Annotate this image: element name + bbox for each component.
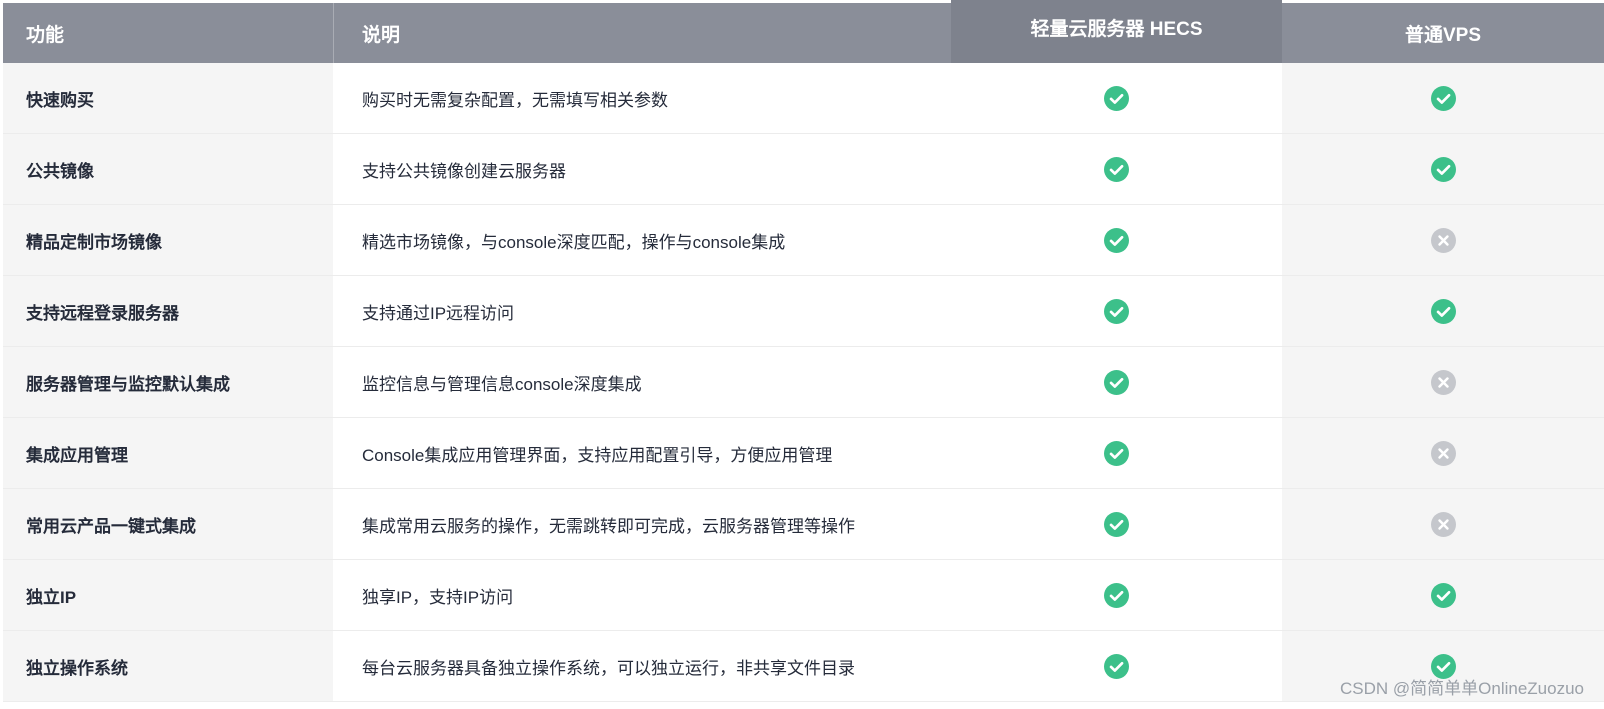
- check-icon: [1104, 653, 1129, 679]
- cross-icon: [1430, 369, 1456, 395]
- table-row: 常用云产品一键式集成 集成常用云服务的操作，无需跳转即可完成，云服务器管理等操作: [3, 489, 1604, 560]
- table-row: 服务器管理与监控默认集成 监控信息与管理信息console深度集成: [3, 347, 1604, 418]
- vps-support-cell: [1282, 276, 1604, 346]
- vps-support-cell: [1282, 347, 1604, 417]
- vps-support-cell: [1282, 489, 1604, 559]
- feature-cell: 常用云产品一键式集成: [3, 489, 334, 559]
- check-icon: [1104, 156, 1129, 182]
- table-row: 快速购买 购买时无需复杂配置，无需填写相关参数: [3, 63, 1604, 134]
- vps-support-cell: [1282, 63, 1604, 133]
- check-icon: [1430, 582, 1456, 608]
- check-icon: [1104, 440, 1129, 466]
- header-vps: 普通VPS: [1282, 3, 1604, 63]
- table-row: 集成应用管理 Console集成应用管理界面，支持应用配置引导，方便应用管理: [3, 418, 1604, 489]
- check-icon: [1430, 85, 1456, 111]
- check-icon: [1104, 298, 1129, 324]
- table-row: 独立IP 独享IP，支持IP访问: [3, 560, 1604, 631]
- cross-icon: [1430, 227, 1456, 253]
- table-row: 精品定制市场镜像 精选市场镜像，与console深度匹配，操作与console集成: [3, 205, 1604, 276]
- feature-cell: 支持远程登录服务器: [3, 276, 334, 346]
- description-cell: 支持公共镜像创建云服务器: [334, 134, 951, 204]
- hecs-support-cell: [951, 560, 1282, 630]
- feature-cell: 精品定制市场镜像: [3, 205, 334, 275]
- cross-icon: [1430, 511, 1456, 537]
- check-icon: [1104, 511, 1129, 537]
- hecs-support-cell: [951, 134, 1282, 204]
- watermark: CSDN @简简单单OnlineZuozuo: [1340, 679, 1584, 698]
- hecs-support-cell: [951, 631, 1282, 701]
- hecs-support-cell: [951, 205, 1282, 275]
- check-icon: [1104, 582, 1129, 608]
- description-cell: 支持通过IP远程访问: [334, 276, 951, 346]
- description-cell: 精选市场镜像，与console深度匹配，操作与console集成: [334, 205, 951, 275]
- header-hecs: 轻量云服务器 HECS: [951, 0, 1282, 63]
- table-row: 支持远程登录服务器 支持通过IP远程访问: [3, 276, 1604, 347]
- comparison-page: 功能 说明 轻量云服务器 HECS 普通VPS 快速购买 购买时无需复杂配置，无需…: [0, 0, 1604, 709]
- header-feature: 功能: [3, 3, 334, 63]
- check-icon: [1104, 369, 1129, 395]
- hecs-support-cell: [951, 347, 1282, 417]
- table-body: 快速购买 购买时无需复杂配置，无需填写相关参数 公共镜像 支持公共镜像创建云服务器 精品…: [3, 63, 1604, 702]
- feature-cell: 独立操作系统: [3, 631, 334, 701]
- description-cell: 每台云服务器具备独立操作系统，可以独立运行，非共享文件目录: [334, 631, 951, 701]
- check-icon: [1430, 298, 1456, 324]
- vps-support-cell: [1282, 560, 1604, 630]
- vps-support-cell: [1282, 134, 1604, 204]
- table-row: 公共镜像 支持公共镜像创建云服务器: [3, 134, 1604, 205]
- hecs-support-cell: [951, 63, 1282, 133]
- feature-cell: 公共镜像: [3, 134, 334, 204]
- description-cell: 监控信息与管理信息console深度集成: [334, 347, 951, 417]
- feature-cell: 独立IP: [3, 560, 334, 630]
- check-icon: [1430, 156, 1456, 182]
- description-cell: 购买时无需复杂配置，无需填写相关参数: [334, 63, 951, 133]
- vps-support-cell: [1282, 205, 1604, 275]
- cross-icon: [1430, 440, 1456, 466]
- table-header: 功能 说明 轻量云服务器 HECS 普通VPS: [3, 0, 1604, 63]
- description-cell: 独享IP，支持IP访问: [334, 560, 951, 630]
- check-icon: [1104, 227, 1129, 253]
- header-description: 说明: [334, 3, 951, 63]
- feature-cell: 服务器管理与监控默认集成: [3, 347, 334, 417]
- description-cell: Console集成应用管理界面，支持应用配置引导，方便应用管理: [334, 418, 951, 488]
- hecs-support-cell: [951, 276, 1282, 346]
- description-cell: 集成常用云服务的操作，无需跳转即可完成，云服务器管理等操作: [334, 489, 951, 559]
- hecs-support-cell: [951, 489, 1282, 559]
- comparison-table: 功能 说明 轻量云服务器 HECS 普通VPS 快速购买 购买时无需复杂配置，无需…: [3, 0, 1604, 702]
- vps-support-cell: [1282, 418, 1604, 488]
- check-icon: [1104, 85, 1129, 111]
- feature-cell: 快速购买: [3, 63, 334, 133]
- hecs-support-cell: [951, 418, 1282, 488]
- feature-cell: 集成应用管理: [3, 418, 334, 488]
